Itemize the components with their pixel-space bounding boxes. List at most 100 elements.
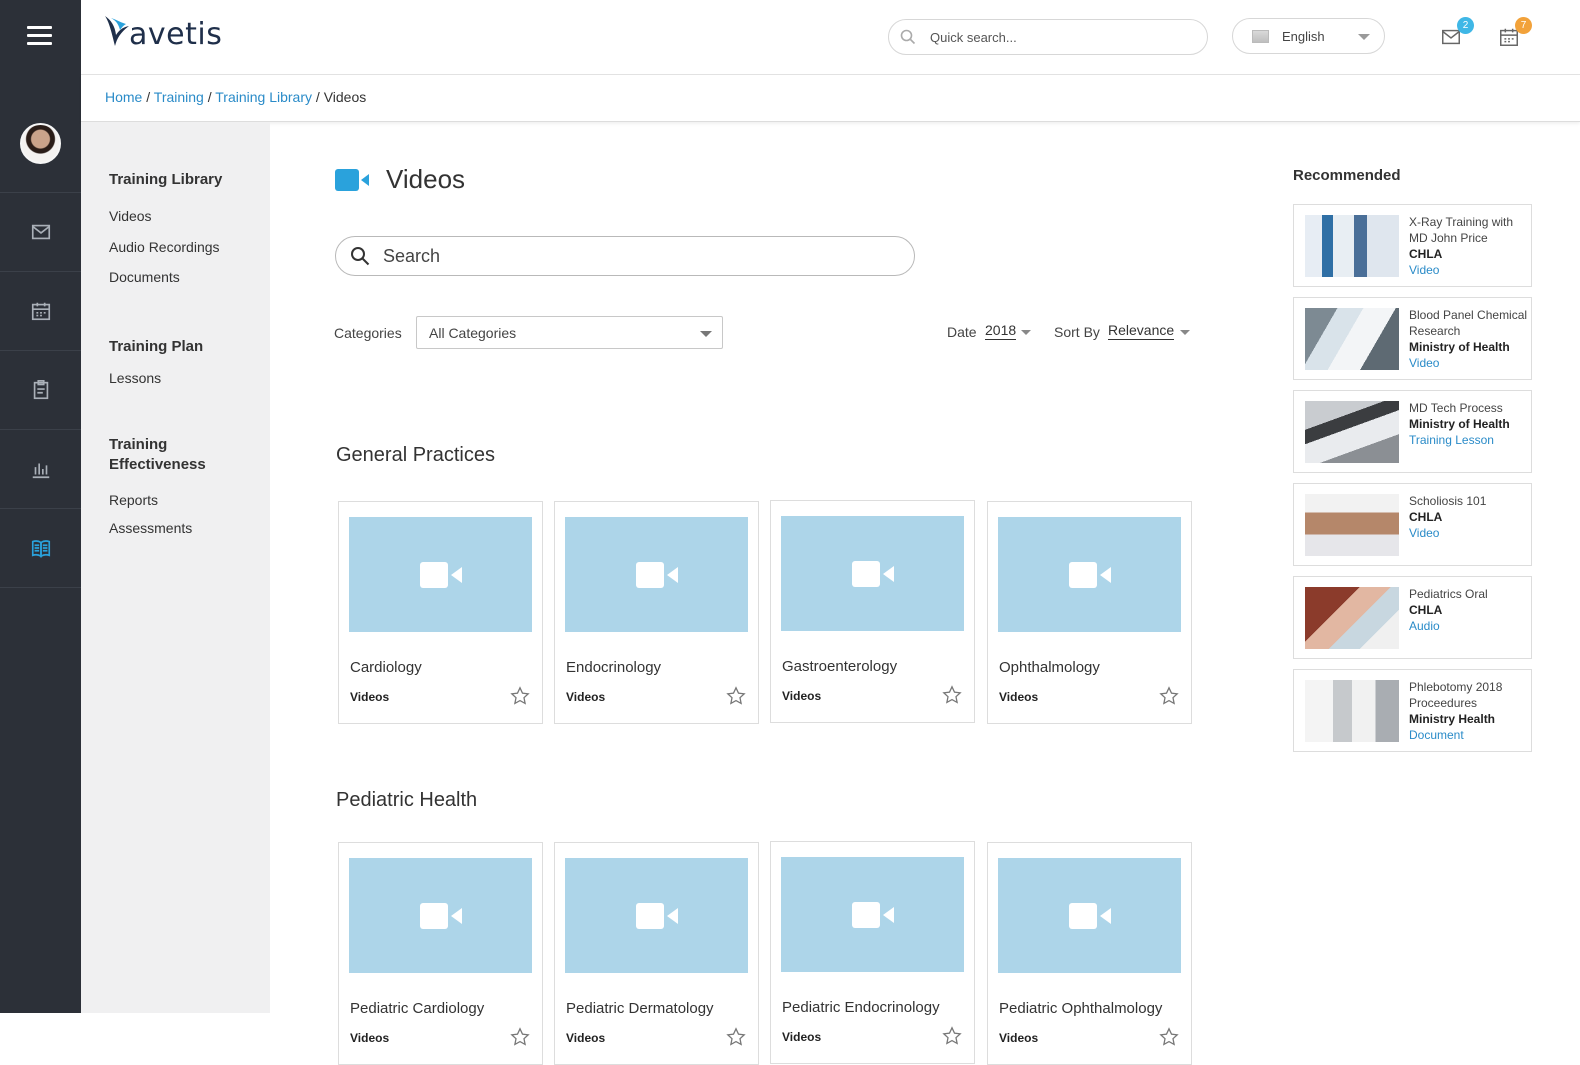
chevron-down-icon[interactable] — [1180, 330, 1190, 335]
recommended-kind[interactable]: Document — [1409, 727, 1529, 743]
sidebar-item-reports[interactable]: Reports — [109, 492, 158, 508]
recommended-kind[interactable]: Video — [1409, 525, 1529, 541]
video-category-card[interactable]: Cardiology Videos — [338, 501, 543, 724]
recommended-item[interactable]: Blood Panel Chemical Research Ministry of… — [1293, 297, 1532, 380]
card-thumbnail — [565, 858, 748, 973]
recommended-thumbnail — [1305, 494, 1399, 556]
recommended-item[interactable]: Phlebotomy 2018 Proceedures Ministry Heal… — [1293, 669, 1532, 752]
sidebar-heading-training-effectiveness: Training Effectiveness — [109, 436, 206, 473]
breadcrumb-training[interactable]: Training — [154, 89, 204, 105]
rail-calendar[interactable] — [0, 272, 81, 351]
card-type: Videos — [566, 690, 606, 704]
card-thumbnail — [998, 517, 1181, 632]
favorite-star-icon[interactable] — [510, 686, 530, 706]
recommended-kind[interactable]: Video — [1409, 262, 1529, 278]
video-camera-icon — [419, 902, 462, 929]
sidebar-item-audio-recordings[interactable]: Audio Recordings — [109, 239, 220, 255]
favorite-star-icon[interactable] — [942, 1026, 962, 1046]
language-select[interactable]: English — [1232, 18, 1385, 54]
recommended-info: Blood Panel Chemical Research Ministry of… — [1409, 307, 1529, 371]
date-select[interactable]: 2018 — [985, 322, 1017, 340]
search-icon — [900, 29, 916, 45]
menu-icon[interactable] — [27, 26, 52, 46]
recommended-org: CHLA — [1409, 510, 1443, 524]
breadcrumb-training-library[interactable]: Training Library — [215, 89, 312, 105]
card-title: Endocrinology — [566, 659, 662, 676]
content-search[interactable] — [335, 236, 915, 276]
recommended-kind[interactable]: Video — [1409, 355, 1529, 371]
avatar[interactable] — [20, 123, 61, 164]
recommended-item[interactable]: Scholiosis 101 CHLA Video — [1293, 483, 1532, 566]
calendar-icon — [31, 302, 50, 321]
page-title: Videos — [335, 164, 465, 195]
video-camera-icon — [851, 901, 894, 928]
breadcrumb: Home / Training / Training Library / Vid… — [105, 89, 367, 105]
favorite-star-icon[interactable] — [942, 685, 962, 705]
sub-sidebar: Training Library Videos Audio Recordings… — [81, 122, 270, 1013]
favorite-star-icon[interactable] — [1159, 686, 1179, 706]
recommended-kind[interactable]: Audio — [1409, 618, 1529, 634]
video-category-card[interactable]: Pediatric Cardiology Videos — [338, 842, 543, 1065]
card-title: Gastroenterology — [782, 658, 898, 675]
content-search-input[interactable] — [383, 245, 883, 267]
rail-clipboard[interactable] — [0, 351, 81, 430]
recommended-name: Blood Panel Chemical Research — [1409, 308, 1528, 338]
mail-button[interactable]: 2 — [1440, 17, 1474, 48]
chart-icon — [32, 463, 49, 479]
recommended-org: Ministry Health — [1409, 712, 1496, 726]
quick-search[interactable] — [888, 19, 1208, 55]
recommended-name: Phlebotomy 2018 Proceedures — [1409, 680, 1503, 710]
sidebar-item-lessons[interactable]: Lessons — [109, 370, 161, 386]
card-thumbnail — [998, 858, 1181, 973]
logo-bird-icon — [105, 16, 129, 46]
card-title: Pediatric Ophthalmology — [999, 1000, 1163, 1017]
quick-search-input[interactable] — [930, 29, 1190, 45]
video-category-card[interactable]: Pediatric Endocrinology Videos — [770, 841, 975, 1064]
recommended-name: X-Ray Training with MD John Price — [1409, 215, 1514, 245]
recommended-org: CHLA — [1409, 603, 1443, 617]
video-camera-icon — [419, 561, 462, 588]
mail-badge: 2 — [1457, 17, 1474, 34]
video-category-card[interactable]: Pediatric Dermatology Videos — [554, 842, 759, 1065]
recommended-kind[interactable]: Training Lesson — [1409, 432, 1529, 448]
recommended-item[interactable]: MD Tech Process Ministry of Health Trainin… — [1293, 390, 1532, 473]
recommended-org: Ministry of Health — [1409, 417, 1510, 431]
chevron-down-icon[interactable] — [1021, 330, 1031, 335]
avetis-logo[interactable]: avetis — [101, 14, 222, 50]
video-camera-icon — [851, 560, 894, 587]
favorite-star-icon[interactable] — [1159, 1027, 1179, 1047]
video-category-card[interactable]: Gastroenterology Videos — [770, 500, 975, 723]
card-type: Videos — [999, 1031, 1039, 1045]
recommended-name: Pediatrics Oral — [1409, 587, 1488, 601]
breadcrumb-home[interactable]: Home — [105, 89, 142, 105]
calendar-button[interactable]: 7 — [1498, 17, 1532, 48]
sidebar-item-assessments[interactable]: Assessments — [109, 520, 192, 536]
card-type: Videos — [350, 1031, 390, 1045]
categories-label: Categories — [334, 325, 402, 341]
video-category-card[interactable]: Ophthalmology Videos — [987, 501, 1192, 724]
video-category-card[interactable]: Endocrinology Videos — [554, 501, 759, 724]
recommended-info: Phlebotomy 2018 Proceedures Ministry Heal… — [1409, 679, 1529, 743]
top-header: avetis English 2 7 — [81, 0, 1580, 75]
search-icon — [351, 247, 370, 266]
favorite-star-icon[interactable] — [726, 1027, 746, 1047]
breadcrumb-current: Videos — [323, 89, 367, 105]
rail-mail[interactable] — [0, 193, 81, 272]
calendar-badge: 7 — [1515, 17, 1532, 34]
sidebar-item-documents[interactable]: Documents — [109, 269, 180, 285]
rail-reports[interactable] — [0, 430, 81, 509]
rail-library[interactable] — [0, 509, 81, 588]
recommended-item[interactable]: Pediatrics Oral CHLA Audio — [1293, 576, 1532, 659]
categories-select[interactable]: All Categories — [416, 316, 723, 349]
sidebar-item-videos[interactable]: Videos — [109, 208, 152, 224]
recommended-item[interactable]: X-Ray Training with MD John Price CHLA Vid… — [1293, 204, 1532, 287]
recommended-org: Ministry of Health — [1409, 340, 1510, 354]
sort-select[interactable]: Relevance — [1108, 322, 1175, 340]
favorite-star-icon[interactable] — [726, 686, 746, 706]
video-camera-icon — [1068, 561, 1111, 588]
clipboard-icon — [33, 380, 48, 400]
card-type: Videos — [566, 1031, 606, 1045]
sidebar-heading-training-plan: Training Plan — [109, 338, 204, 355]
video-category-card[interactable]: Pediatric Ophthalmology Videos — [987, 842, 1192, 1065]
favorite-star-icon[interactable] — [510, 1027, 530, 1047]
